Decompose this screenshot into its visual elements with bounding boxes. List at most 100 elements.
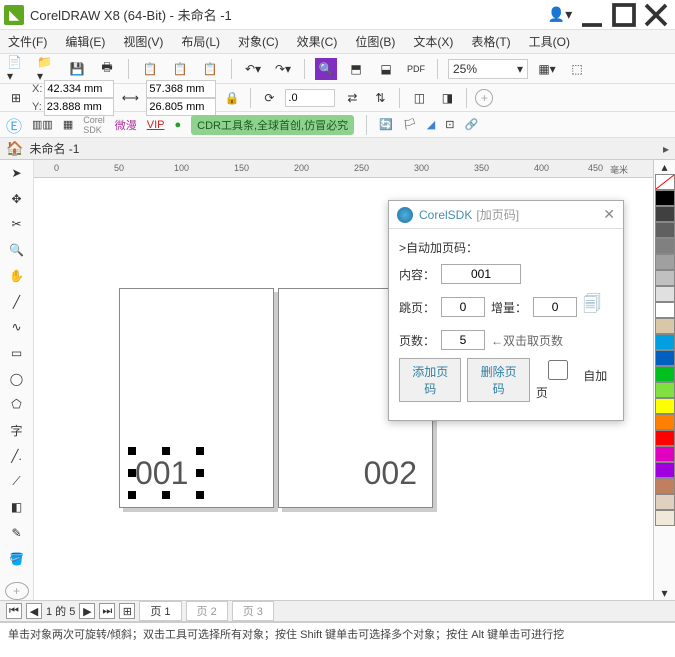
- color-swatch[interactable]: [655, 350, 675, 366]
- blue-tri-icon[interactable]: ◢: [427, 118, 435, 131]
- inc-input[interactable]: [533, 297, 577, 317]
- paste-icon[interactable]: 📋: [169, 58, 191, 80]
- menu-layout[interactable]: 布局(L): [181, 33, 220, 50]
- connector-tool[interactable]: ⟋: [5, 473, 29, 491]
- add-pagenum-button[interactable]: 添加页码: [399, 358, 461, 402]
- pages-icon[interactable]: 🗐: [583, 292, 601, 322]
- height-input[interactable]: [146, 98, 216, 116]
- eyedropper-tool[interactable]: ✎: [5, 524, 29, 542]
- mirror-h-icon[interactable]: ⇄: [341, 87, 363, 109]
- zoom-tool[interactable]: 🔍: [5, 241, 29, 259]
- user-icon[interactable]: 👤▾: [545, 3, 575, 27]
- page-card-1[interactable]: 001: [119, 288, 274, 508]
- maximize-button[interactable]: [609, 3, 639, 27]
- sel-handle[interactable]: [196, 469, 204, 477]
- align-icon[interactable]: ◫: [408, 87, 430, 109]
- color-swatch[interactable]: [655, 206, 675, 222]
- page-next-icon[interactable]: ▶: [79, 603, 95, 619]
- page-prev-icon[interactable]: ◀: [26, 603, 42, 619]
- order-icon[interactable]: ◨: [436, 87, 458, 109]
- menu-file[interactable]: 文件(F): [8, 33, 47, 50]
- menu-tools[interactable]: 工具(O): [529, 33, 570, 50]
- clipboard-icon[interactable]: 📋: [199, 58, 221, 80]
- sel-handle[interactable]: [128, 447, 136, 455]
- sel-handle[interactable]: [196, 447, 204, 455]
- color-swatch[interactable]: [655, 318, 675, 334]
- menu-text[interactable]: 文本(X): [413, 33, 453, 50]
- page-tab-2[interactable]: 页 2: [186, 601, 228, 621]
- count-input[interactable]: [441, 330, 485, 350]
- freehand-tool[interactable]: ╱: [5, 293, 29, 311]
- export-icon[interactable]: ⬓: [375, 58, 397, 80]
- menu-bitmap[interactable]: 位图(B): [355, 33, 395, 50]
- page-first-icon[interactable]: ⏮: [6, 603, 22, 619]
- text-tool[interactable]: 字: [5, 421, 29, 439]
- menu-view[interactable]: 视图(V): [123, 33, 163, 50]
- copy-icon[interactable]: 📋: [139, 58, 161, 80]
- document-name[interactable]: 未命名 -1: [29, 140, 79, 157]
- color-swatch[interactable]: [655, 414, 675, 430]
- vip-label[interactable]: VIP: [147, 119, 165, 131]
- pdf-icon[interactable]: PDF: [405, 58, 427, 80]
- dimension-tool[interactable]: ╱.: [5, 447, 29, 465]
- zoom-combo[interactable]: 25%▾: [448, 59, 528, 79]
- fill-tool[interactable]: 🪣: [5, 550, 29, 568]
- swatch-none[interactable]: [655, 174, 675, 190]
- crop-tool[interactable]: ✂: [5, 215, 29, 233]
- effects-tool[interactable]: ◧: [5, 499, 29, 517]
- qr-icon[interactable]: ▦: [63, 118, 73, 131]
- menu-table[interactable]: 表格(T): [471, 33, 510, 50]
- color-swatch[interactable]: [655, 478, 675, 494]
- close-button[interactable]: [641, 3, 671, 27]
- options-icon[interactable]: ⬚: [566, 58, 588, 80]
- link-icon[interactable]: 🔗: [464, 118, 478, 131]
- page-tab-3[interactable]: 页 3: [232, 601, 274, 621]
- palette-up-icon[interactable]: ▴: [654, 160, 675, 174]
- color-swatch[interactable]: [655, 270, 675, 286]
- dialog-close-icon[interactable]: ✕: [603, 206, 615, 223]
- sel-handle[interactable]: [128, 491, 136, 499]
- weiman-label[interactable]: 微漫: [115, 117, 137, 133]
- mirror-v-icon[interactable]: ⇅: [369, 87, 391, 109]
- snap-icon[interactable]: ▦▾: [536, 58, 558, 80]
- color-swatch[interactable]: [655, 222, 675, 238]
- color-swatch[interactable]: [655, 494, 675, 510]
- palette-down-icon[interactable]: ▾: [654, 586, 675, 600]
- skip-input[interactable]: [441, 297, 485, 317]
- content-input[interactable]: [441, 264, 521, 284]
- polygon-tool[interactable]: ⬠: [5, 396, 29, 414]
- color-swatch[interactable]: [655, 366, 675, 382]
- color-swatch[interactable]: [655, 446, 675, 462]
- corel-sdk-label[interactable]: CorelSDK: [83, 115, 105, 135]
- barcode-icon[interactable]: ▥▥: [32, 118, 53, 131]
- color-swatch[interactable]: [655, 302, 675, 318]
- width-input[interactable]: [146, 80, 216, 98]
- redo-icon[interactable]: ↷▾: [272, 58, 294, 80]
- toolbox-add[interactable]: +: [5, 582, 29, 600]
- pick-tool[interactable]: ➤: [5, 164, 29, 182]
- color-swatch[interactable]: [655, 286, 675, 302]
- color-swatch[interactable]: [655, 254, 675, 270]
- sel-handle[interactable]: [162, 491, 170, 499]
- page-add-icon[interactable]: ⊞: [119, 603, 135, 619]
- import-icon[interactable]: ⬒: [345, 58, 367, 80]
- save-icon[interactable]: 💾: [66, 58, 88, 80]
- delete-pagenum-button[interactable]: 删除页码: [467, 358, 529, 402]
- color-swatch[interactable]: [655, 462, 675, 478]
- sel-handle[interactable]: [196, 491, 204, 499]
- print-icon[interactable]: 🖶: [96, 58, 118, 80]
- undo-icon[interactable]: ↶▾: [242, 58, 264, 80]
- color-swatch[interactable]: [655, 238, 675, 254]
- x-input[interactable]: [44, 80, 114, 98]
- search-icon[interactable]: 🔍: [315, 58, 337, 80]
- menu-edit[interactable]: 编辑(E): [65, 33, 105, 50]
- sel-handle[interactable]: [128, 469, 136, 477]
- new-icon[interactable]: 📄▾: [6, 58, 28, 80]
- self-add-checkbox[interactable]: 自加页: [536, 360, 613, 401]
- page-number-1[interactable]: 001: [135, 455, 188, 492]
- plugin-badge[interactable]: CDR工具条,全球首创,仿冒必究: [191, 115, 354, 135]
- home-icon[interactable]: 🏠: [6, 140, 23, 157]
- y-input[interactable]: [44, 98, 114, 116]
- target-icon[interactable]: ⊡: [445, 118, 454, 131]
- sel-handle[interactable]: [162, 447, 170, 455]
